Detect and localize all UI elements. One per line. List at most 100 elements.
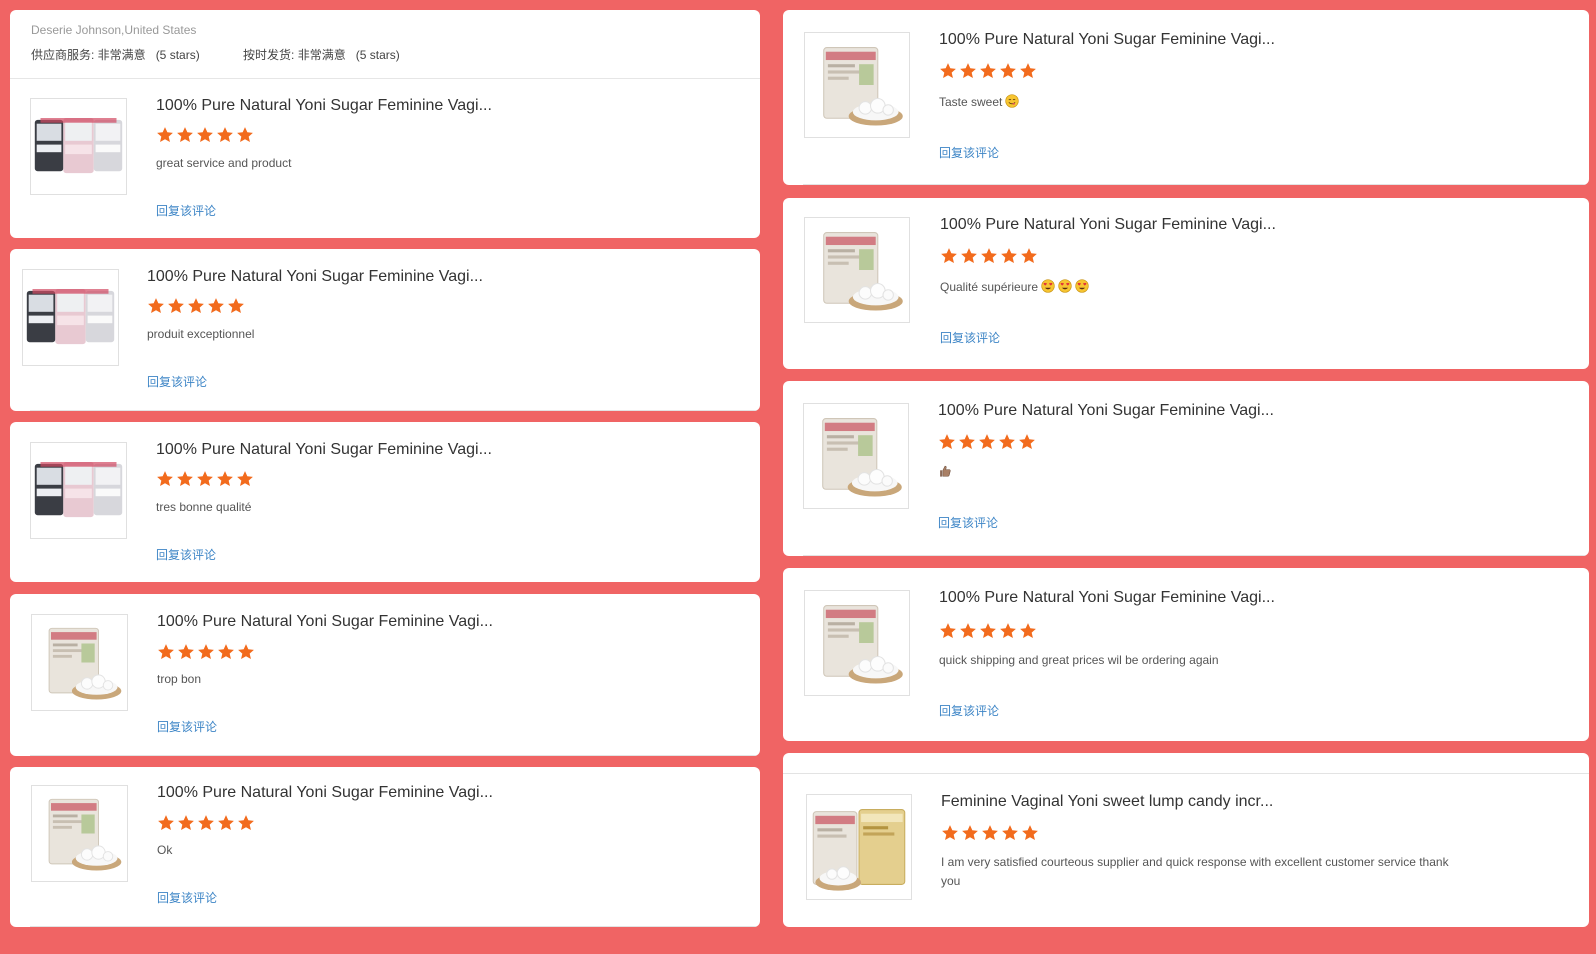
star-icon (157, 814, 175, 832)
star-icon (187, 297, 205, 315)
star-rating (157, 643, 257, 661)
pouch-with-bowl-icon (804, 404, 908, 508)
star-icon (960, 247, 978, 265)
product-thumbnail[interactable] (806, 794, 912, 900)
review-card: 100% Pure Natural Yoni Sugar Feminine Va… (783, 198, 1589, 369)
review-comment: Qualité supérieure (940, 279, 1089, 294)
pouch-with-bowl-icon (32, 615, 127, 710)
star-icon (196, 470, 214, 488)
star-icon (156, 126, 174, 144)
product-thumbnail[interactable] (31, 785, 128, 882)
product-thumbnail[interactable] (31, 614, 128, 711)
review-comment: tres bonne qualité (156, 500, 252, 514)
divider (30, 926, 760, 927)
product-title[interactable]: 100% Pure Natural Yoni Sugar Feminine Va… (157, 613, 493, 631)
star-rating (156, 470, 256, 488)
star-icon (167, 297, 185, 315)
star-icon (959, 622, 977, 640)
reply-link[interactable]: 回复该评论 (157, 718, 217, 735)
divider (783, 773, 1589, 774)
star-icon (958, 433, 976, 451)
product-title[interactable]: 100% Pure Natural Yoni Sugar Feminine Va… (156, 441, 492, 459)
product-title[interactable]: 100% Pure Natural Yoni Sugar Feminine Va… (157, 784, 493, 802)
review-comment: Taste sweet (939, 94, 1020, 109)
review-card: 100% Pure Natural Yoni Sugar Feminine Va… (10, 594, 760, 756)
star-icon (979, 62, 997, 80)
star-icon (1021, 824, 1039, 842)
pouch-with-bowl-icon (32, 786, 127, 881)
star-icon (197, 814, 215, 832)
star-icon (998, 433, 1016, 451)
product-thumbnail[interactable] (804, 590, 910, 696)
star-icon (938, 433, 956, 451)
divider (803, 555, 1589, 556)
review-card: Feminine Vaginal Yoni sweet lump candy i… (783, 753, 1589, 927)
review-card: Deserie Johnson,United States 供应商服务: 非常满… (10, 10, 760, 238)
review-card: 100% Pure Natural Yoni Sugar Feminine Va… (783, 568, 1589, 741)
product-thumbnail[interactable] (804, 217, 910, 323)
star-icon (1018, 433, 1036, 451)
product-thumbnail[interactable] (804, 32, 910, 138)
supplier-service-rating: 供应商服务: 非常满意 (5 stars) (31, 48, 200, 62)
thumbs-up-emoji (938, 464, 952, 478)
star-icon (227, 297, 245, 315)
reply-link[interactable]: 回复该评论 (940, 329, 1000, 346)
reply-link[interactable]: 回复该评论 (938, 514, 998, 531)
star-rating (941, 824, 1041, 842)
reply-link[interactable]: 回复该评论 (156, 546, 216, 563)
buyer-name-country: Deserie Johnson,United States (31, 23, 197, 37)
three-pouches-icon (23, 270, 118, 365)
star-icon (177, 814, 195, 832)
star-rating (939, 622, 1039, 640)
star-icon (961, 824, 979, 842)
star-icon (216, 470, 234, 488)
heart-eyes-emoji (1041, 279, 1055, 293)
divider (803, 184, 1589, 185)
seller-ratings: 供应商服务: 非常满意 (5 stars) 按时发货: 非常满意 (5 star… (31, 46, 400, 63)
divider (30, 410, 760, 411)
star-icon (939, 62, 957, 80)
review-comment: quick shipping and great prices wil be o… (939, 653, 1219, 667)
review-comment: great service and product (156, 156, 292, 170)
product-thumbnail[interactable] (30, 442, 127, 539)
product-thumbnail[interactable] (22, 269, 119, 366)
review-comment (935, 464, 952, 479)
star-icon (207, 297, 225, 315)
buyer-header: Deserie Johnson,United States 供应商服务: 非常满… (10, 10, 760, 79)
product-title[interactable]: 100% Pure Natural Yoni Sugar Feminine Va… (156, 97, 492, 115)
star-icon (237, 643, 255, 661)
heart-eyes-emoji (1075, 279, 1089, 293)
product-title[interactable]: 100% Pure Natural Yoni Sugar Feminine Va… (938, 402, 1274, 420)
star-rating (938, 433, 1038, 451)
star-icon (979, 622, 997, 640)
star-icon (177, 643, 195, 661)
product-title[interactable]: 100% Pure Natural Yoni Sugar Feminine Va… (940, 216, 1276, 234)
reply-link[interactable]: 回复该评论 (157, 889, 217, 906)
reply-link[interactable]: 回复该评论 (156, 202, 216, 219)
review-comment: produit exceptionnel (147, 327, 255, 341)
product-thumbnail[interactable] (803, 403, 909, 509)
star-rating (157, 814, 257, 832)
star-rating (147, 297, 247, 315)
review-comment: Ok (157, 843, 173, 857)
star-icon (156, 470, 174, 488)
star-icon (217, 643, 235, 661)
reply-link[interactable]: 回复该评论 (939, 144, 999, 161)
product-title[interactable]: Feminine Vaginal Yoni sweet lump candy i… (941, 793, 1273, 811)
product-thumbnail[interactable] (30, 98, 127, 195)
star-icon (1000, 247, 1018, 265)
review-card: 100% Pure Natural Yoni Sugar Feminine Va… (10, 249, 760, 411)
yum-face-emoji (1005, 94, 1020, 108)
star-icon (980, 247, 998, 265)
star-icon (176, 470, 194, 488)
product-title[interactable]: 100% Pure Natural Yoni Sugar Feminine Va… (939, 589, 1275, 607)
star-icon (176, 126, 194, 144)
product-title[interactable]: 100% Pure Natural Yoni Sugar Feminine Va… (939, 31, 1275, 49)
star-rating (939, 62, 1039, 80)
star-icon (236, 126, 254, 144)
product-title[interactable]: 100% Pure Natural Yoni Sugar Feminine Va… (147, 268, 483, 286)
reply-link[interactable]: 回复该评论 (939, 702, 999, 719)
divider (30, 755, 760, 756)
reply-link[interactable]: 回复该评论 (147, 373, 207, 390)
pouch-with-bowl-icon (805, 218, 909, 322)
